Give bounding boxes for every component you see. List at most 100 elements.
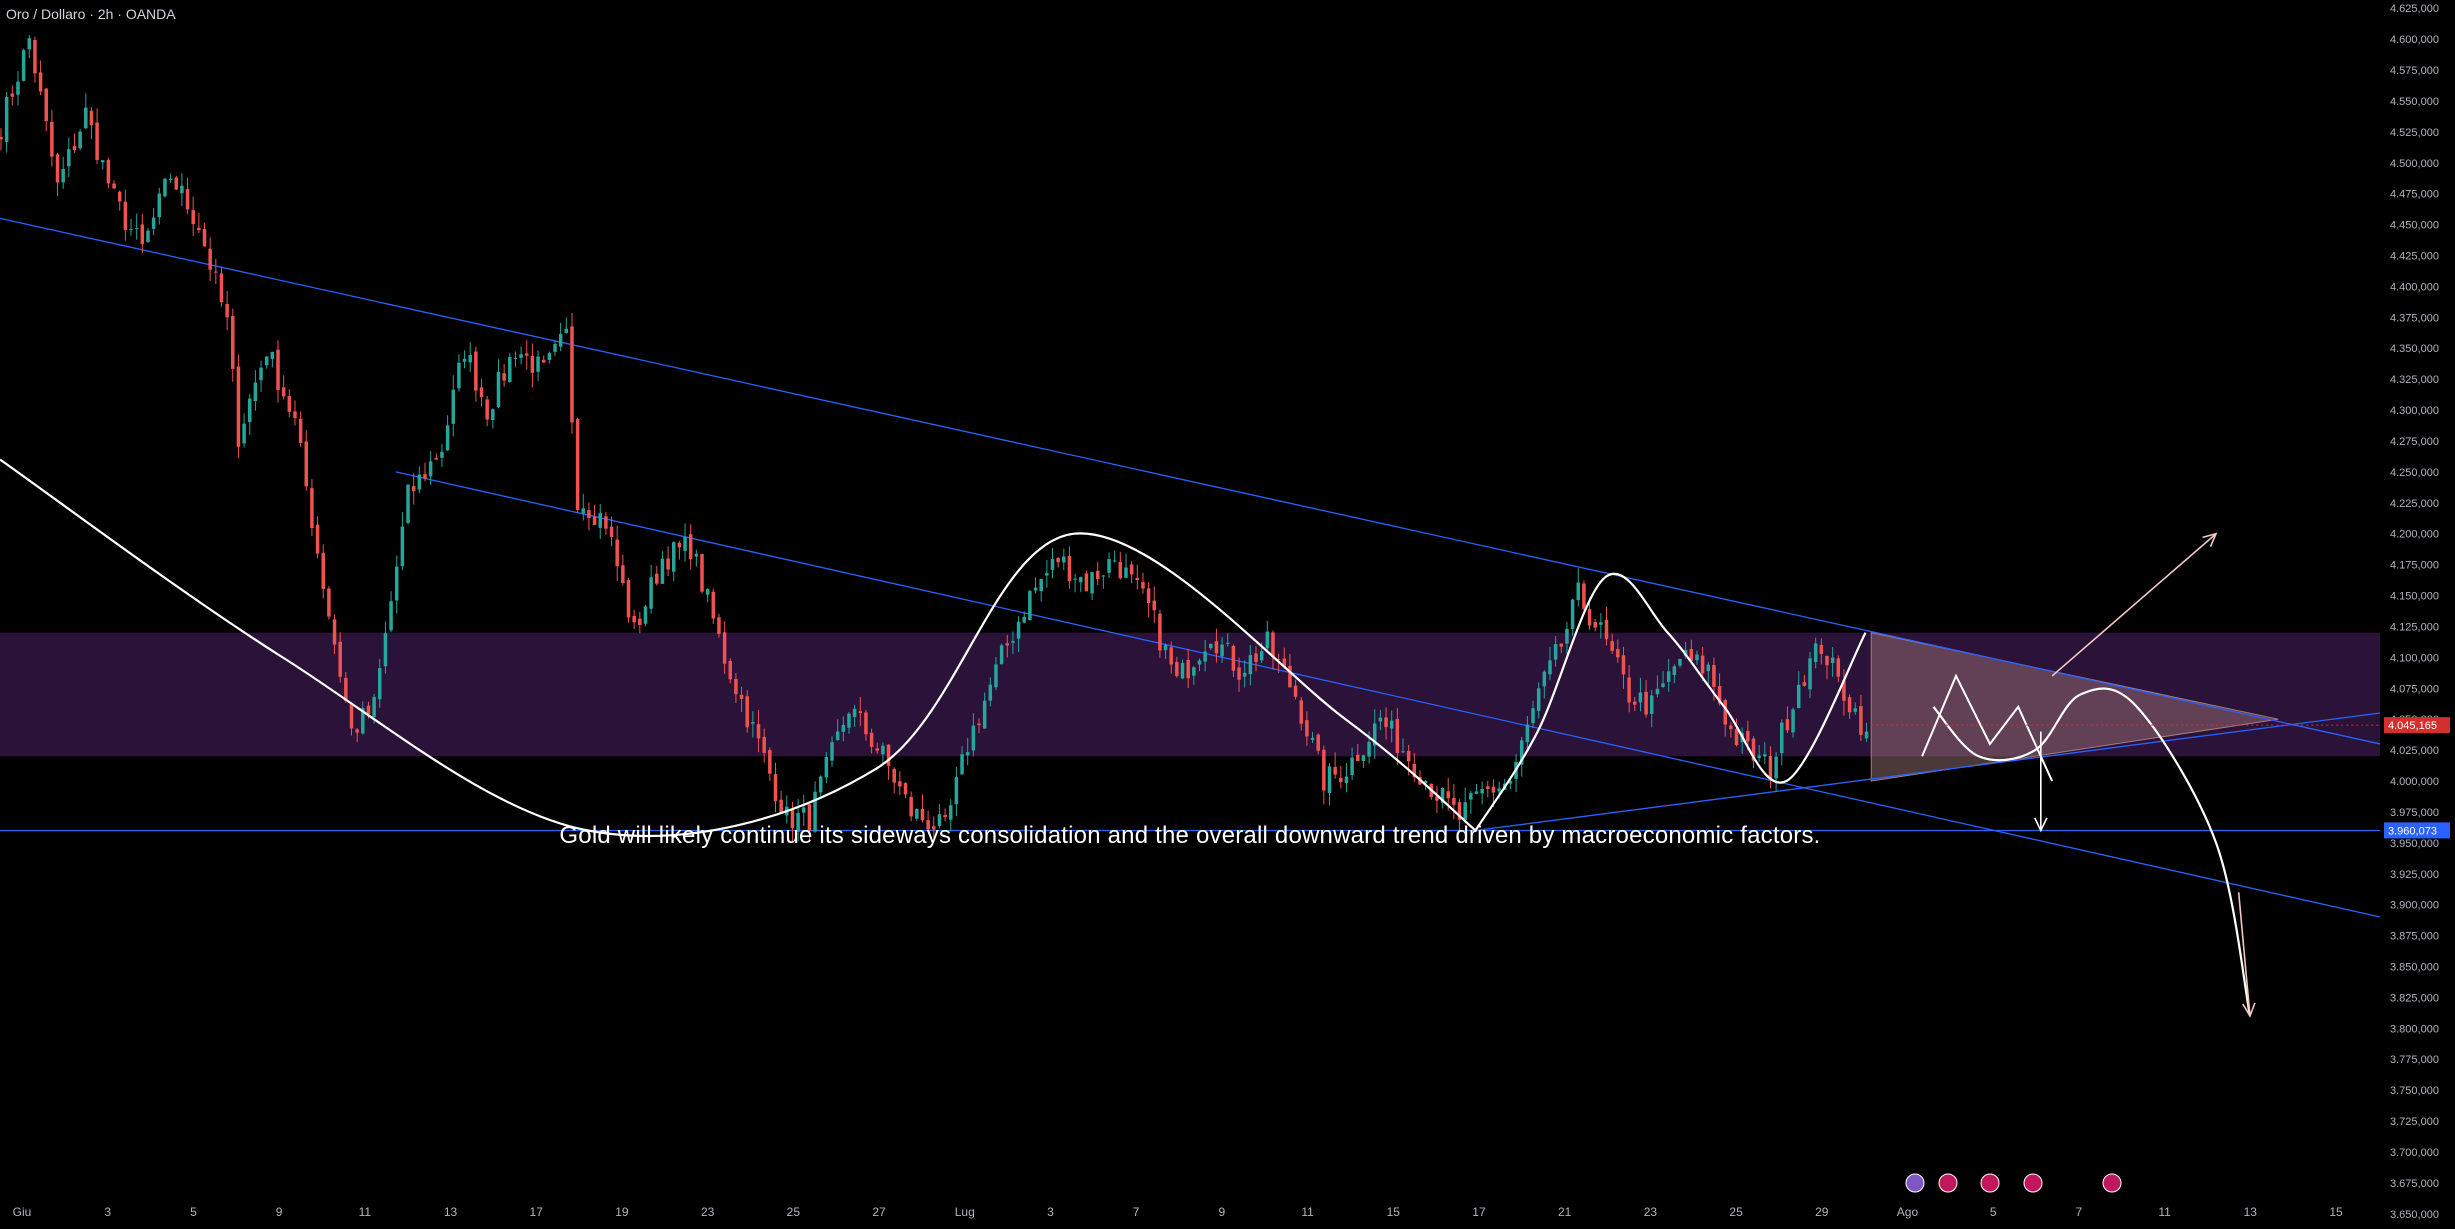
candle-body: [587, 510, 591, 519]
chart-area[interactable]: 4.625,000 4.600,000 4.575,000 4.550,000 4.52…: [0, 0, 2455, 1224]
y-tick-label: 3.925,000: [2390, 869, 2439, 881]
y-tick-label: 4.025,000: [2390, 745, 2439, 757]
candle-body: [1310, 738, 1315, 740]
candle-body: [1463, 802, 1467, 820]
candle-body: [677, 542, 682, 548]
economic-event-icon: [1905, 1173, 1925, 1193]
candle-body: [1101, 575, 1106, 577]
candle-body: [1474, 791, 1479, 794]
candle-body: [751, 722, 755, 724]
economic-event-icon: [2102, 1173, 2122, 1193]
candle-body: [835, 731, 840, 740]
candle-body: [604, 516, 608, 529]
candle-body: [1553, 644, 1558, 660]
candle-body: [185, 189, 190, 210]
candle-body: [1005, 643, 1010, 646]
candle-body: [1734, 728, 1739, 746]
current-price-tag: 4.045,165: [2388, 720, 2437, 732]
y-tick-label: 4.350,000: [2390, 343, 2439, 355]
candle-body: [1299, 700, 1303, 724]
candle-body: [1802, 682, 1807, 686]
y-tick-label: 3.850,000: [2390, 962, 2439, 974]
candle-body: [440, 451, 444, 458]
candle-body: [491, 409, 495, 420]
x-tick-label: 23: [1644, 1205, 1658, 1219]
candle-body: [1011, 641, 1015, 643]
x-tick-label: 17: [530, 1205, 544, 1219]
candle-body: [1350, 757, 1354, 775]
candle-body: [1203, 651, 1207, 662]
candle-body: [27, 38, 32, 50]
candle-body: [626, 580, 631, 618]
candle-body: [1395, 719, 1400, 754]
candle-body: [78, 131, 82, 149]
candle-body: [38, 72, 43, 92]
candle-body: [1192, 667, 1196, 676]
candle-body: [1367, 741, 1371, 757]
candle-body: [1644, 691, 1648, 715]
x-tick-label: 11: [359, 1205, 372, 1219]
candle-body: [1587, 609, 1592, 626]
candle-body: [151, 217, 156, 229]
y-tick-label: 4.375,000: [2390, 312, 2439, 324]
candle-body: [1254, 653, 1258, 662]
y-tick-label: 4.175,000: [2390, 560, 2439, 572]
candle-body: [366, 705, 371, 715]
candle-body: [163, 178, 167, 197]
candle-body: [615, 539, 619, 567]
candle-body: [1022, 616, 1026, 623]
candle-body: [106, 159, 111, 184]
candle-body: [1785, 719, 1790, 731]
candle-body: [1791, 709, 1795, 733]
candle-body: [1649, 695, 1654, 714]
candle-body: [609, 526, 614, 538]
candle-body: [485, 399, 489, 420]
candle-body: [1836, 658, 1841, 677]
y-tick-label: 3.750,000: [2390, 1085, 2439, 1097]
y-tick-label: 3.875,000: [2390, 931, 2439, 943]
candle-body: [864, 712, 868, 735]
candle-body: [943, 815, 947, 818]
candle-body: [1237, 667, 1241, 680]
x-tick-label: Lug: [955, 1205, 975, 1219]
candle-body: [1152, 600, 1157, 611]
y-tick-label: 3.950,000: [2390, 838, 2439, 850]
candle-body: [1231, 645, 1236, 671]
candle-body: [462, 358, 467, 362]
candle-body: [1050, 558, 1055, 570]
x-tick-label: 3: [1047, 1205, 1054, 1219]
candle-body: [1316, 734, 1320, 751]
candlestick-chart[interactable]: 4.625,000 4.600,000 4.575,000 4.550,000 4.52…: [0, 0, 2455, 1224]
candle-body: [762, 736, 766, 753]
candle-body: [1746, 730, 1750, 742]
candle-body: [649, 577, 653, 609]
candle-body: [1186, 659, 1190, 679]
candle-body: [909, 796, 913, 817]
x-tick-label: Ago: [1897, 1205, 1919, 1219]
candle-body: [1672, 666, 1677, 675]
candle-body: [1780, 722, 1784, 754]
candle-body: [734, 678, 738, 695]
candle-body: [1616, 649, 1620, 658]
candle-body: [541, 359, 546, 363]
candle-body: [281, 387, 286, 397]
candle-body: [977, 723, 981, 725]
candle-body: [101, 160, 105, 163]
symbol-header[interactable]: Oro / Dollaro · 2h · OANDA: [6, 6, 176, 22]
candle-body: [264, 356, 269, 366]
candle-body: [1062, 556, 1066, 563]
candle-body: [1039, 579, 1043, 592]
candle-body: [1209, 643, 1213, 649]
candle-body: [683, 537, 687, 551]
candle-body: [1141, 581, 1145, 589]
x-tick-label: 27: [872, 1205, 886, 1219]
x-tick-label: 19: [615, 1205, 629, 1219]
candle-body: [1225, 642, 1230, 644]
candle-body: [1819, 644, 1824, 654]
candle-body: [1095, 570, 1100, 579]
candle-body: [253, 382, 258, 402]
candle-body: [1808, 658, 1812, 690]
candle-body: [129, 229, 133, 231]
candle-body: [174, 177, 179, 190]
candle-body: [191, 210, 195, 225]
